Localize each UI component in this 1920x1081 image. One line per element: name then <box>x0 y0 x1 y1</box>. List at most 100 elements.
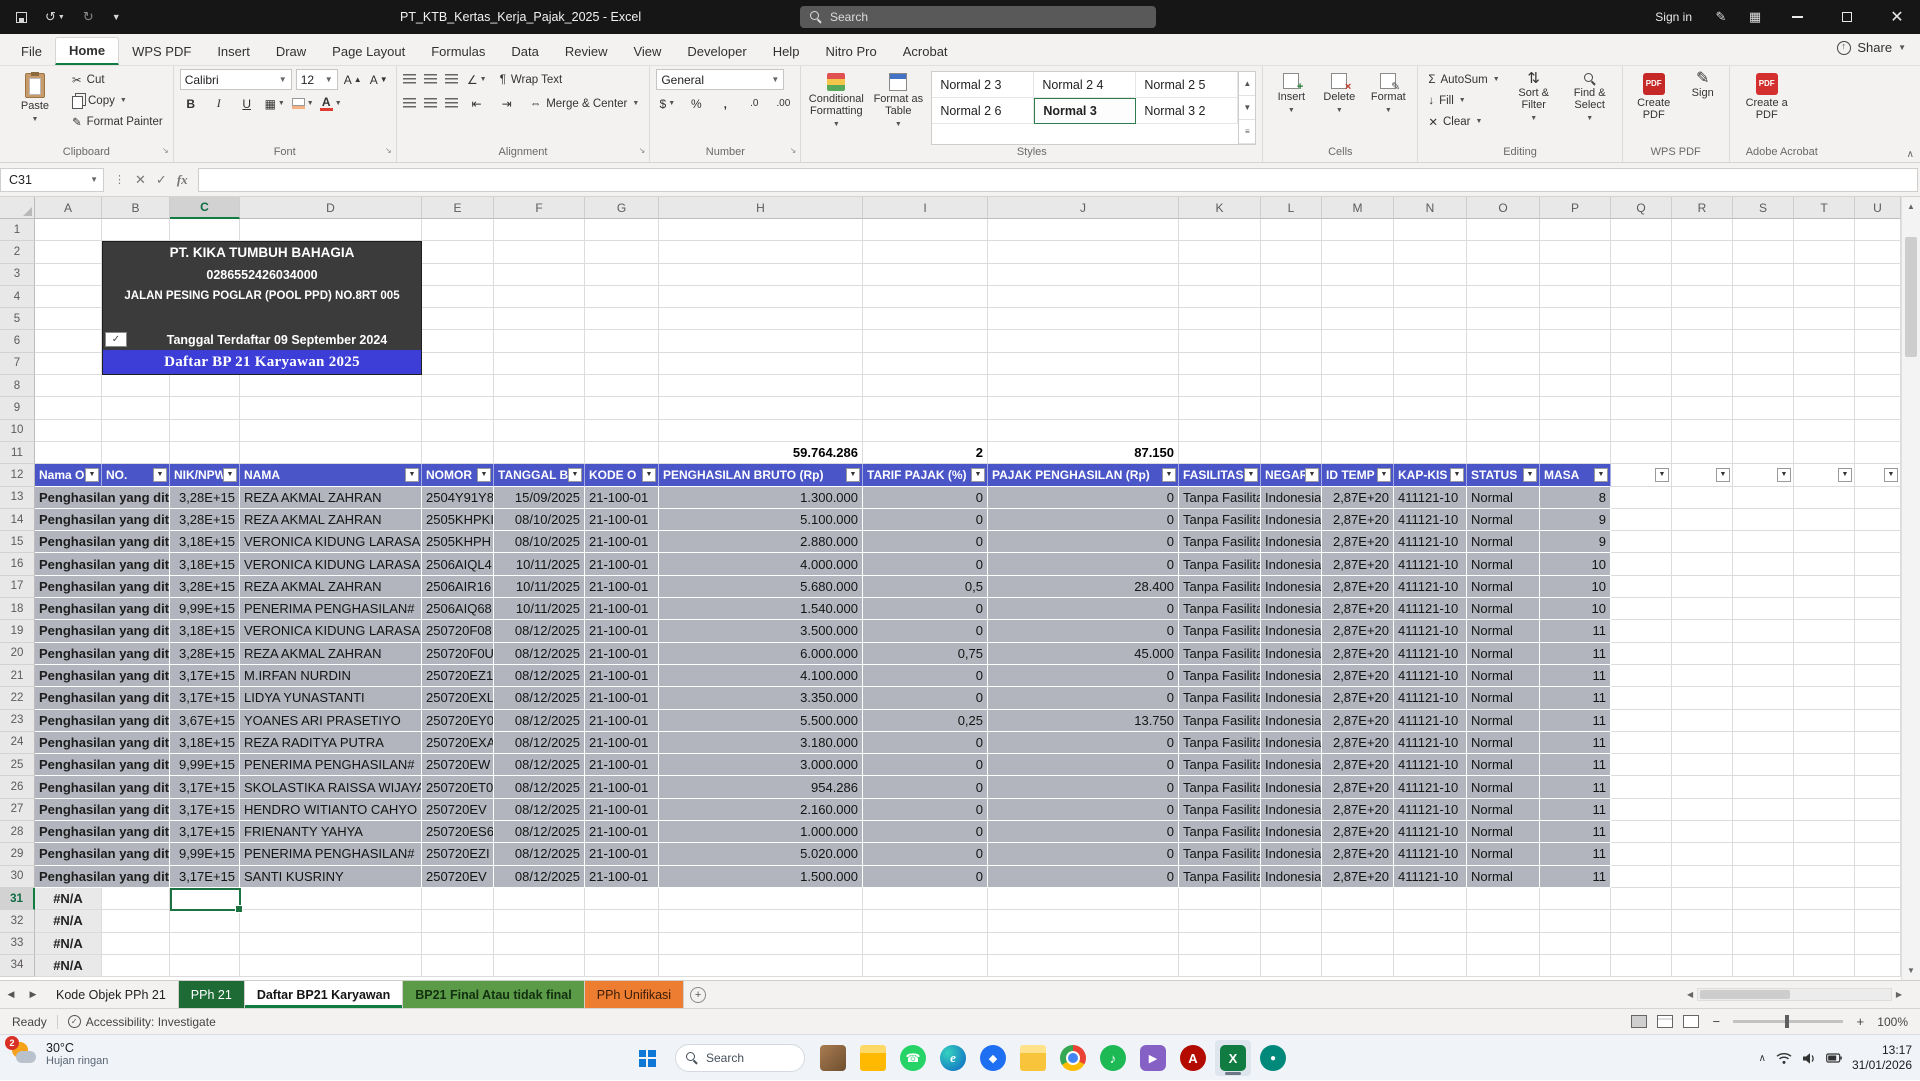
filter-icon[interactable]: ▼ <box>1162 468 1176 482</box>
column-header-E[interactable]: E <box>422 197 494 219</box>
sheet-tab-kode-objek-pph-21[interactable]: Kode Objek PPh 21 <box>44 981 179 1008</box>
cell-T18[interactable] <box>1794 598 1855 620</box>
cell-L15[interactable]: Indonesia <box>1261 531 1322 553</box>
cell-E20[interactable]: 250720F0U <box>422 643 494 665</box>
cell-Q34[interactable] <box>1611 955 1672 977</box>
cell-N22[interactable]: 411121-10 <box>1394 687 1467 709</box>
cell-C22[interactable]: 3,17E+15 <box>170 687 240 709</box>
cell-P26[interactable]: 11 <box>1540 776 1611 798</box>
cell-G14[interactable]: 21-100-01 <box>585 509 659 531</box>
cell-S23[interactable] <box>1733 710 1794 732</box>
table-header-fasilitas[interactable]: FASILITAS▼ <box>1179 464 1261 486</box>
row-header-18[interactable]: 18 <box>0 598 35 620</box>
cell-J1[interactable] <box>988 219 1179 241</box>
wifi-icon[interactable] <box>1776 1052 1792 1065</box>
cell-N28[interactable]: 411121-10 <box>1394 821 1467 843</box>
cell-S19[interactable] <box>1733 620 1794 642</box>
cell-P8[interactable] <box>1540 375 1611 397</box>
cell-I9[interactable] <box>863 397 988 419</box>
filter-icon[interactable]: ▼ <box>1838 468 1852 482</box>
cell-O3[interactable] <box>1467 264 1540 286</box>
cell-G4[interactable] <box>585 286 659 308</box>
cell-R32[interactable] <box>1672 910 1733 932</box>
column-header-G[interactable]: G <box>585 197 659 219</box>
cell-T5[interactable] <box>1794 308 1855 330</box>
cell-G10[interactable] <box>585 420 659 442</box>
cell-Q24[interactable] <box>1611 732 1672 754</box>
cell-C9[interactable] <box>170 397 240 419</box>
scroll-down-icon[interactable]: ▼ <box>1902 961 1920 980</box>
cancel-entry-icon[interactable]: ✕ <box>135 172 146 188</box>
cell-E3[interactable] <box>422 264 494 286</box>
cell-G15[interactable]: 21-100-01 <box>585 531 659 553</box>
cell-L27[interactable]: Indonesia <box>1261 799 1322 821</box>
confirm-entry-icon[interactable]: ✓ <box>156 172 167 188</box>
table-header-kap-kis[interactable]: KAP-KIS▼ <box>1394 464 1467 486</box>
cell-K15[interactable]: Tanpa Fasilitas <box>1179 531 1261 553</box>
cell-G17[interactable]: 21-100-01 <box>585 576 659 598</box>
cell-N30[interactable]: 411121-10 <box>1394 866 1467 888</box>
wps-create-pdf-button[interactable]: PDF Create PDF <box>1629 69 1679 145</box>
ribbon-tab-home[interactable]: Home <box>55 37 119 65</box>
cell-J18[interactable]: 0 <box>988 598 1179 620</box>
cell-M13[interactable]: 2,87E+20 <box>1322 487 1394 509</box>
sort-filter-button[interactable]: ⇅ Sort & Filter▼ <box>1508 69 1560 145</box>
cell-I6[interactable] <box>863 330 988 352</box>
cell-L10[interactable] <box>1261 420 1322 442</box>
cell-L8[interactable] <box>1261 375 1322 397</box>
cell-E15[interactable]: 2505KHPH <box>422 531 494 553</box>
pen-icon[interactable]: ✎ <box>1706 9 1736 25</box>
cell-P32[interactable] <box>1540 910 1611 932</box>
cell-D20[interactable]: REZA AKMAL ZAHRAN <box>240 643 422 665</box>
cell-N27[interactable]: 411121-10 <box>1394 799 1467 821</box>
cell-S12[interactable]: ▼ <box>1733 464 1794 486</box>
align-right-icon[interactable] <box>445 98 458 109</box>
cell-T14[interactable] <box>1794 509 1855 531</box>
cell-N11[interactable] <box>1394 442 1467 464</box>
table-header-negara[interactable]: NEGARA▼ <box>1261 464 1322 486</box>
cell-U8[interactable] <box>1855 375 1901 397</box>
filter-icon[interactable]: ▼ <box>477 468 491 482</box>
cell-K31[interactable] <box>1179 888 1261 910</box>
cell-N3[interactable] <box>1394 264 1467 286</box>
accounting-format-icon[interactable]: $▼ <box>656 93 678 114</box>
formula-input[interactable] <box>198 168 1918 192</box>
cell-N5[interactable] <box>1394 308 1467 330</box>
filter-icon[interactable]: ▼ <box>846 468 860 482</box>
filter-icon[interactable]: ▼ <box>1305 468 1319 482</box>
cell-C20[interactable]: 3,28E+15 <box>170 643 240 665</box>
cell-D31[interactable] <box>240 888 422 910</box>
cell-F20[interactable]: 08/12/2025 <box>494 643 585 665</box>
align-top-icon[interactable] <box>403 74 416 85</box>
cell-C28[interactable]: 3,17E+15 <box>170 821 240 843</box>
table-header-penghasilan-bruto-rp[interactable]: PENGHASILAN BRUTO (Rp)▼ <box>659 464 863 486</box>
row-header-24[interactable]: 24 <box>0 732 35 754</box>
cell-R29[interactable] <box>1672 843 1733 865</box>
cell-I3[interactable] <box>863 264 988 286</box>
cell-G7[interactable] <box>585 353 659 375</box>
cell-O31[interactable] <box>1467 888 1540 910</box>
cell-M15[interactable]: 2,87E+20 <box>1322 531 1394 553</box>
cell-U34[interactable] <box>1855 955 1901 977</box>
cell-O2[interactable] <box>1467 241 1540 263</box>
cell-U19[interactable] <box>1855 620 1901 642</box>
cell-Q1[interactable] <box>1611 219 1672 241</box>
cell-G31[interactable] <box>585 888 659 910</box>
cell-M25[interactable]: 2,87E+20 <box>1322 754 1394 776</box>
cell-E9[interactable] <box>422 397 494 419</box>
cell-A19[interactable]: Penghasilan yang diter <box>35 620 170 642</box>
increase-decimal-icon[interactable]: .0 <box>743 93 765 114</box>
percent-style-icon[interactable]: % <box>685 93 707 114</box>
scroll-right-icon[interactable]: ▶ <box>1896 990 1902 999</box>
cell-S6[interactable] <box>1733 330 1794 352</box>
cell-F7[interactable] <box>494 353 585 375</box>
cell-K16[interactable]: Tanpa Fasilitas <box>1179 553 1261 575</box>
cell-O8[interactable] <box>1467 375 1540 397</box>
cell-M20[interactable]: 2,87E+20 <box>1322 643 1394 665</box>
row-header-23[interactable]: 23 <box>0 710 35 732</box>
cell-P9[interactable] <box>1540 397 1611 419</box>
share-button[interactable]: Share ▼ <box>1837 40 1906 55</box>
cell-P29[interactable]: 11 <box>1540 843 1611 865</box>
scroll-up-icon[interactable]: ▲ <box>1902 197 1920 216</box>
cell-T21[interactable] <box>1794 665 1855 687</box>
